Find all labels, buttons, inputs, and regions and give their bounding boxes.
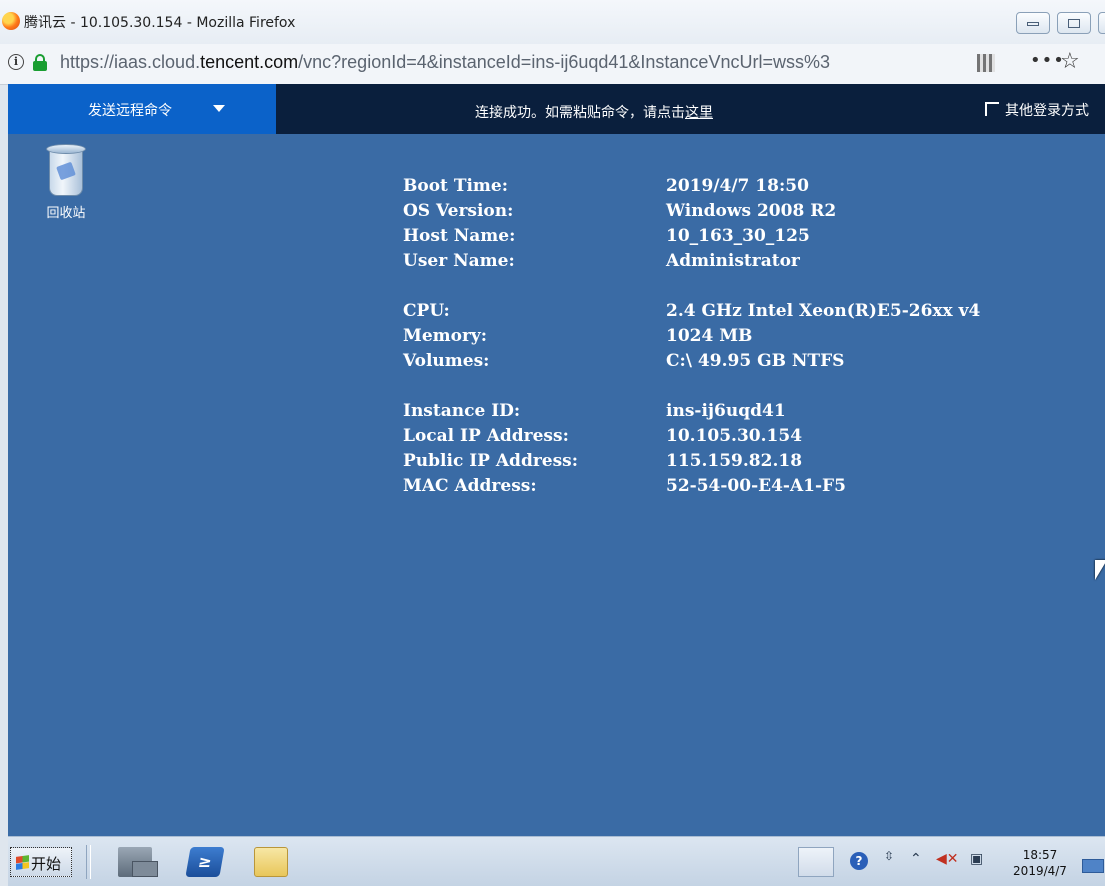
address-bar[interactable]: i https://iaas.cloud.tencent.com/vnc?reg…: [0, 44, 1105, 85]
bginfo-key: User Name:: [403, 251, 515, 271]
server-manager-icon[interactable]: [118, 847, 158, 877]
bginfo-value: 52-54-00-E4-A1-F5: [666, 476, 846, 496]
bginfo-value: 2019/4/7 18:50: [666, 176, 809, 196]
restore-icon: [1068, 19, 1080, 28]
url-domain: tencent.com: [200, 52, 299, 72]
send-remote-command-label: 发送远程命令: [88, 103, 172, 119]
bginfo-key: CPU:: [403, 301, 450, 321]
clock[interactable]: 18:57 2019/4/7: [1010, 847, 1070, 879]
remote-taskbar: 开始 ≥ ? ⇳ ⌃ ◀✕ ▣ 18:57 2019/4/7: [8, 836, 1105, 886]
bginfo-value: C:\ 49.95 GB NTFS: [666, 351, 845, 371]
recycle-bin-shortcut[interactable]: 回收站: [38, 144, 94, 221]
start-button[interactable]: 开始: [10, 847, 72, 877]
start-label: 开始: [31, 855, 62, 873]
window-titlebar: 腾讯云 - 10.105.30.154 - Mozilla Firefox: [0, 0, 1105, 45]
volume-muted-icon[interactable]: ◀✕: [936, 851, 959, 867]
close-button[interactable]: [1098, 12, 1105, 34]
bginfo-key: Boot Time:: [403, 176, 509, 196]
bginfo-key: Host Name:: [403, 226, 516, 246]
bginfo-value: 10.105.30.154: [666, 426, 803, 446]
bginfo-value: Windows 2008 R2: [666, 201, 837, 221]
switch-icon: [985, 102, 999, 116]
system-tray: ? ⇳ ⌃ ◀✕ ▣ 18:57 2019/4/7: [798, 845, 1104, 881]
bginfo-key: Instance ID:: [403, 401, 521, 421]
bginfo-value: ins-ij6uqd41: [666, 401, 786, 421]
paste-command-link[interactable]: 这里: [685, 105, 713, 121]
bginfo-key: Memory:: [403, 326, 488, 346]
site-info-icon[interactable]: i: [8, 54, 24, 70]
bookmark-star-icon[interactable]: ☆: [1060, 49, 1080, 74]
windows-logo-icon: [16, 855, 29, 870]
chevron-down-icon: [213, 105, 225, 112]
other-login-methods-button[interactable]: 其他登录方式: [985, 100, 1089, 120]
bginfo-key: Public IP Address:: [403, 451, 579, 471]
bginfo-key: MAC Address:: [403, 476, 537, 496]
file-explorer-icon[interactable]: [254, 847, 288, 877]
show-desktop-button[interactable]: [1082, 859, 1104, 873]
window-title: 腾讯云 - 10.105.30.154 - Mozilla Firefox: [24, 15, 296, 31]
qr-code-icon[interactable]: [977, 54, 995, 72]
bginfo-value: 10_163_30_125: [666, 226, 810, 246]
url-field[interactable]: https://iaas.cloud.tencent.com/vnc?regio…: [60, 52, 975, 73]
connection-status-text: 连接成功。如需粘贴命令，请点击: [475, 105, 685, 121]
other-login-label: 其他登录方式: [1005, 103, 1089, 119]
bginfo-key: Local IP Address:: [403, 426, 569, 446]
clock-date: 2019/4/7: [1013, 864, 1067, 878]
url-path: /vnc?regionId=4&instanceId=ins-ij6uqd41&…: [298, 52, 830, 72]
show-hidden-icons-icon[interactable]: ⌃: [910, 851, 922, 867]
help-icon[interactable]: ?: [850, 852, 868, 870]
minimize-button[interactable]: [1016, 12, 1050, 34]
remote-desktop[interactable]: 回收站 Boot Time: 2019/4/7 18:50 OS Version:…: [8, 134, 1105, 836]
taskbar-separator: [86, 845, 91, 879]
bginfo-value: 1024 MB: [666, 326, 753, 346]
maximize-button[interactable]: [1057, 12, 1091, 34]
recycle-bin-icon: [46, 144, 86, 198]
network-icon[interactable]: ▣: [970, 851, 983, 867]
firefox-icon: [2, 12, 20, 30]
url-prefix: https://iaas.cloud.: [60, 52, 201, 72]
keyboard-icon[interactable]: [798, 847, 834, 877]
lock-icon[interactable]: [33, 54, 47, 71]
minimize-icon: [1027, 22, 1039, 26]
bginfo-key: OS Version:: [403, 201, 514, 221]
language-bar-icon[interactable]: ⇳: [884, 849, 894, 863]
bginfo-value: 2.4 GHz Intel Xeon(R)E5-26xx v4: [666, 301, 981, 321]
recycle-bin-label: 回收站: [46, 206, 86, 221]
vnc-toolbar: 发送远程命令 连接成功。如需粘贴命令，请点击这里 其他登录方式: [8, 84, 1105, 134]
bginfo-key: Volumes:: [403, 351, 490, 371]
powershell-icon[interactable]: ≥: [185, 847, 225, 877]
connection-status: 连接成功。如需粘贴命令，请点击这里: [475, 102, 713, 122]
bginfo-value: Administrator: [666, 251, 800, 271]
mouse-cursor-icon: [1095, 560, 1105, 580]
bginfo-value: 115.159.82.18: [666, 451, 803, 471]
send-remote-command-button[interactable]: 发送远程命令: [8, 84, 276, 134]
clock-time: 18:57: [1022, 848, 1058, 862]
